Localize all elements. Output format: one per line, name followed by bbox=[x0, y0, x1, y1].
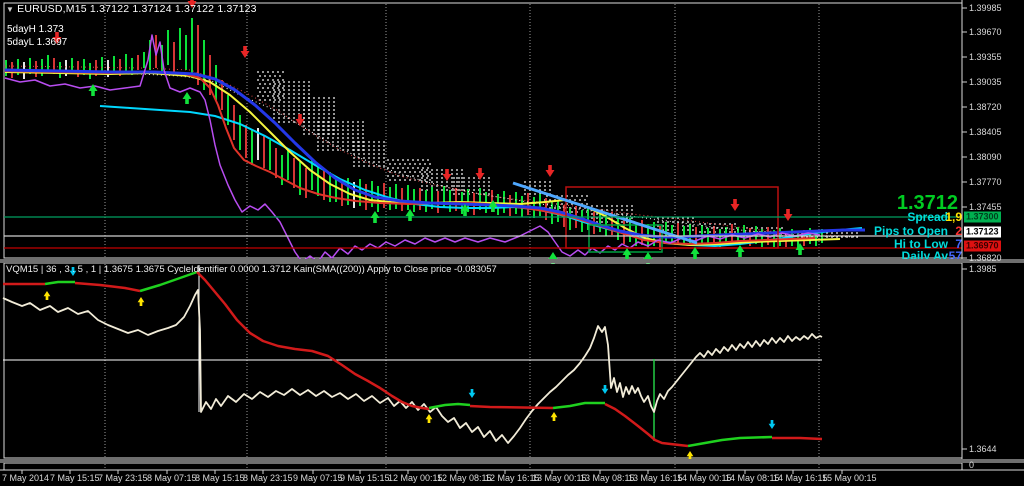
price-axis-label: 1.36820 bbox=[969, 253, 1002, 263]
time-axis-label: 14 May 16:15 bbox=[773, 473, 828, 483]
price-axis-label: 1.39355 bbox=[969, 52, 1002, 62]
price-axis-label: 1.3985 bbox=[969, 264, 997, 274]
time-axis-label: 8 May 07:15 bbox=[147, 473, 197, 483]
indicator-settings-label: VQM15 | 36 , 3 . 5 , 1 | 1.3675 1.3675 C… bbox=[6, 264, 497, 275]
chart-menu-icon[interactable]: ▼ bbox=[6, 5, 14, 14]
time-axis[interactable]: 7 May 2014 7 May 15:15 7 May 23:15 8 May 07… bbox=[0, 471, 1024, 486]
time-axis-label: 7 May 23:15 bbox=[98, 473, 148, 483]
chart-title: ▼ EURUSD,M15 1.37122 1.37124 1.37122 1.37… bbox=[6, 3, 257, 15]
price-axis[interactable]: 1.39985 1.39670 1.39355 1.39035 1.38720 1.384… bbox=[963, 0, 1024, 470]
price-axis-label: 1.38090 bbox=[969, 152, 1002, 162]
mt4-chart-window: ▼ EURUSD,M15 1.37122 1.37124 1.37122 1.37… bbox=[0, 0, 1024, 486]
chart-canvas[interactable] bbox=[0, 0, 1024, 486]
price-axis-label: 1.37455 bbox=[969, 202, 1002, 212]
time-axis-label: 7 May 15:15 bbox=[50, 473, 100, 483]
price-axis-label: 1.39985 bbox=[969, 3, 1002, 13]
five-day-high-label: 5dayH 1.373 bbox=[7, 24, 64, 35]
time-axis-label: 8 May 23:15 bbox=[243, 473, 293, 483]
time-axis-label: 9 May 07:15 bbox=[293, 473, 343, 483]
time-axis-label: 12 May 08:15 bbox=[437, 473, 492, 483]
time-axis-label: 15 May 00:15 bbox=[822, 473, 877, 483]
window-separator-top[interactable] bbox=[0, 259, 1024, 263]
time-axis-label: 9 May 15:15 bbox=[340, 473, 390, 483]
time-axis-label: 13 May 08:15 bbox=[580, 473, 635, 483]
five-day-low-label: 5dayL 1.3697 bbox=[7, 37, 68, 48]
price-axis-marker: 1.37123 bbox=[964, 226, 1001, 238]
symbol-ohlc-text: EURUSD,M15 1.37122 1.37124 1.37122 1.371… bbox=[17, 3, 257, 15]
time-axis-label: 7 May 2014 bbox=[2, 473, 50, 483]
price-axis-marker: 1.36970 bbox=[964, 240, 1001, 252]
price-axis-marker: 1.37300 bbox=[964, 211, 1001, 223]
price-axis-label: 1.3644 bbox=[969, 444, 997, 454]
price-axis-label: 1.38720 bbox=[969, 102, 1002, 112]
info-row-value: 1,9 bbox=[945, 210, 962, 224]
info-row-value: 2 bbox=[955, 224, 962, 238]
time-axis-label: 13 May 16:15 bbox=[628, 473, 683, 483]
price-axis-label: 1.39035 bbox=[969, 77, 1002, 87]
time-axis-label: 14 May 08:15 bbox=[725, 473, 780, 483]
price-axis-label: 1.37770 bbox=[969, 177, 1002, 187]
time-axis-label: 8 May 15:15 bbox=[195, 473, 245, 483]
price-axis-label: 1.39670 bbox=[969, 27, 1002, 37]
time-axis-label: 12 May 00:15 bbox=[388, 473, 443, 483]
price-axis-label: 1.38405 bbox=[969, 127, 1002, 137]
time-axis-label: 14 May 00:15 bbox=[677, 473, 732, 483]
window-separator-bottom[interactable] bbox=[0, 459, 1024, 463]
time-axis-label: 13 May 00:15 bbox=[532, 473, 587, 483]
